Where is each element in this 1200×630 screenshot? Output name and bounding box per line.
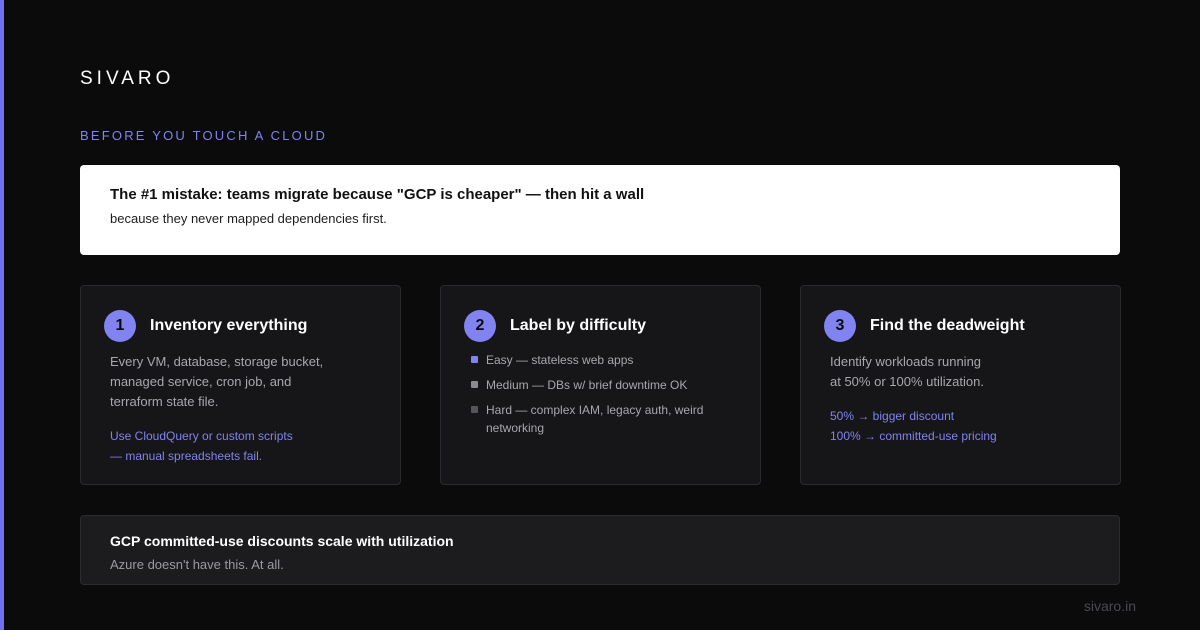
- step-title: Label by difficulty: [510, 317, 647, 334]
- bullet-square-icon: [471, 381, 478, 388]
- difficulty-item-medium: Medium — DBs w/ brief downtime OK: [470, 376, 716, 394]
- step-tip-line: 100% → committed-use pricing: [830, 429, 997, 443]
- section-eyebrow: BEFORE YOU TOUCH A CLOUD: [80, 128, 328, 143]
- step-number-badge: 2: [464, 310, 496, 342]
- step-number-badge: 3: [824, 310, 856, 342]
- step-tip-line: 50% → bigger discount: [830, 409, 955, 423]
- step-title: Find the deadweight: [870, 317, 1025, 334]
- step-body-line: managed service, cron job, and: [110, 374, 292, 389]
- step-body-line: Identify workloads running: [830, 354, 982, 369]
- footer-url: sivaro.in: [1083, 598, 1136, 614]
- difficulty-item-easy: Easy — stateless web apps: [470, 351, 716, 369]
- step-tip: Use CloudQuery or custom scripts — manua…: [110, 426, 370, 466]
- bullet-square-icon: [471, 356, 478, 363]
- discount-note: GCP committed-use discounts scale with u…: [80, 515, 1120, 585]
- step-body-line: Every VM, database, storage bucket,: [110, 354, 324, 369]
- step-number-badge: 1: [104, 310, 136, 342]
- note-title: GCP committed-use discounts scale with u…: [110, 533, 454, 549]
- difficulty-label: Hard — complex IAM, legacy auth, weird n…: [486, 403, 704, 435]
- mistake-callout: The #1 mistake: teams migrate because "G…: [80, 165, 1120, 255]
- step-card-inventory: 1 Inventory everything Every VM, databas…: [80, 285, 401, 485]
- step-body-line: at 50% or 100% utilization.: [830, 374, 984, 389]
- difficulty-label: Medium — DBs w/ brief downtime OK: [486, 378, 688, 392]
- callout-subtitle: because they never mapped dependencies f…: [110, 211, 387, 226]
- callout-title: The #1 mistake: teams migrate because "G…: [110, 186, 645, 203]
- step-tip-line: Use CloudQuery or custom scripts: [110, 429, 293, 443]
- step-title: Inventory everything: [150, 317, 308, 334]
- note-subtitle: Azure doesn't have this. At all.: [110, 557, 284, 572]
- difficulty-list: Easy — stateless web apps Medium — DBs w…: [470, 351, 716, 444]
- difficulty-label: Easy — stateless web apps: [486, 353, 634, 367]
- bullet-square-icon: [471, 406, 478, 413]
- brand-logo: SIVARO: [80, 68, 175, 89]
- step-tip-line: — manual spreadsheets fail.: [110, 449, 263, 463]
- accent-bar: [0, 0, 4, 630]
- step-card-deadweight: 3 Find the deadweight Identify workloads…: [800, 285, 1121, 485]
- difficulty-item-hard: Hard — complex IAM, legacy auth, weird n…: [470, 401, 716, 437]
- step-card-difficulty: 2 Label by difficulty Easy — stateless w…: [440, 285, 761, 485]
- step-body: Identify workloads running at 50% or 100…: [830, 352, 1090, 392]
- step-tip: 50% → bigger discount 100% → committed-u…: [830, 406, 1090, 446]
- step-body-line: terraform state file.: [110, 394, 219, 409]
- step-body: Every VM, database, storage bucket, mana…: [110, 352, 370, 412]
